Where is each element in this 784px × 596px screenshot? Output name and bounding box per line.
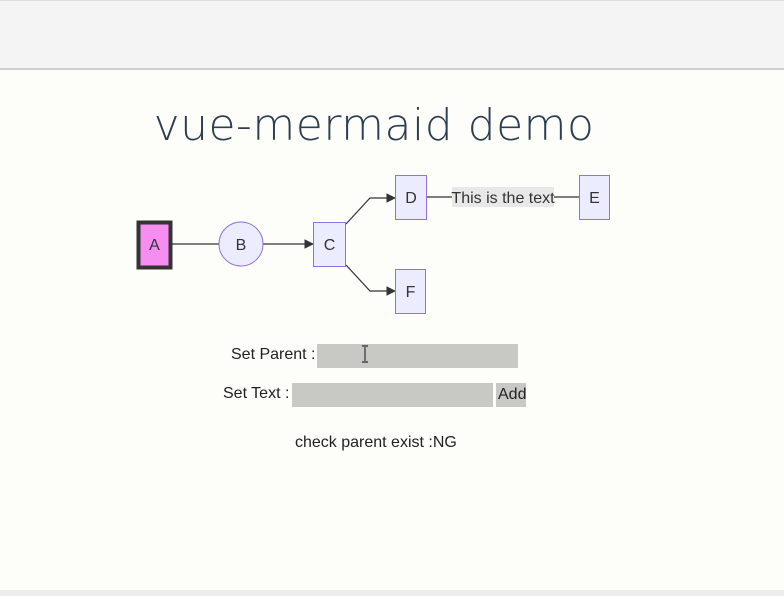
node-c-label: C bbox=[324, 237, 336, 254]
node-f[interactable]: F bbox=[395, 269, 426, 314]
edge-c-d bbox=[345, 193, 396, 225]
edge-label: This is the text bbox=[451, 190, 555, 207]
set-text-label: Set Text : bbox=[223, 385, 290, 402]
parent-exist-status: check parent exist :NG bbox=[295, 434, 457, 451]
set-text-input[interactable] bbox=[292, 383, 493, 407]
node-d[interactable]: D bbox=[395, 175, 427, 220]
set-parent-label: Set Parent : bbox=[231, 346, 316, 363]
node-d-label: D bbox=[405, 190, 417, 207]
edge-c-f bbox=[345, 264, 396, 296]
set-parent-input[interactable] bbox=[317, 344, 518, 368]
node-e[interactable]: E bbox=[579, 175, 610, 220]
node-b-label: B bbox=[236, 237, 247, 254]
node-f-label: F bbox=[406, 284, 416, 301]
flowchart: This is the text A B C D E F bbox=[136, 175, 610, 314]
node-a-label: A bbox=[149, 237, 160, 254]
node-b[interactable]: B bbox=[218, 221, 264, 267]
bottom-scroll-area bbox=[0, 590, 784, 596]
text-cursor-icon bbox=[362, 345, 368, 363]
node-c[interactable]: C bbox=[313, 222, 346, 267]
add-button[interactable]: Add bbox=[496, 383, 526, 407]
node-e-label: E bbox=[589, 190, 600, 207]
node-a[interactable]: A bbox=[136, 220, 173, 270]
